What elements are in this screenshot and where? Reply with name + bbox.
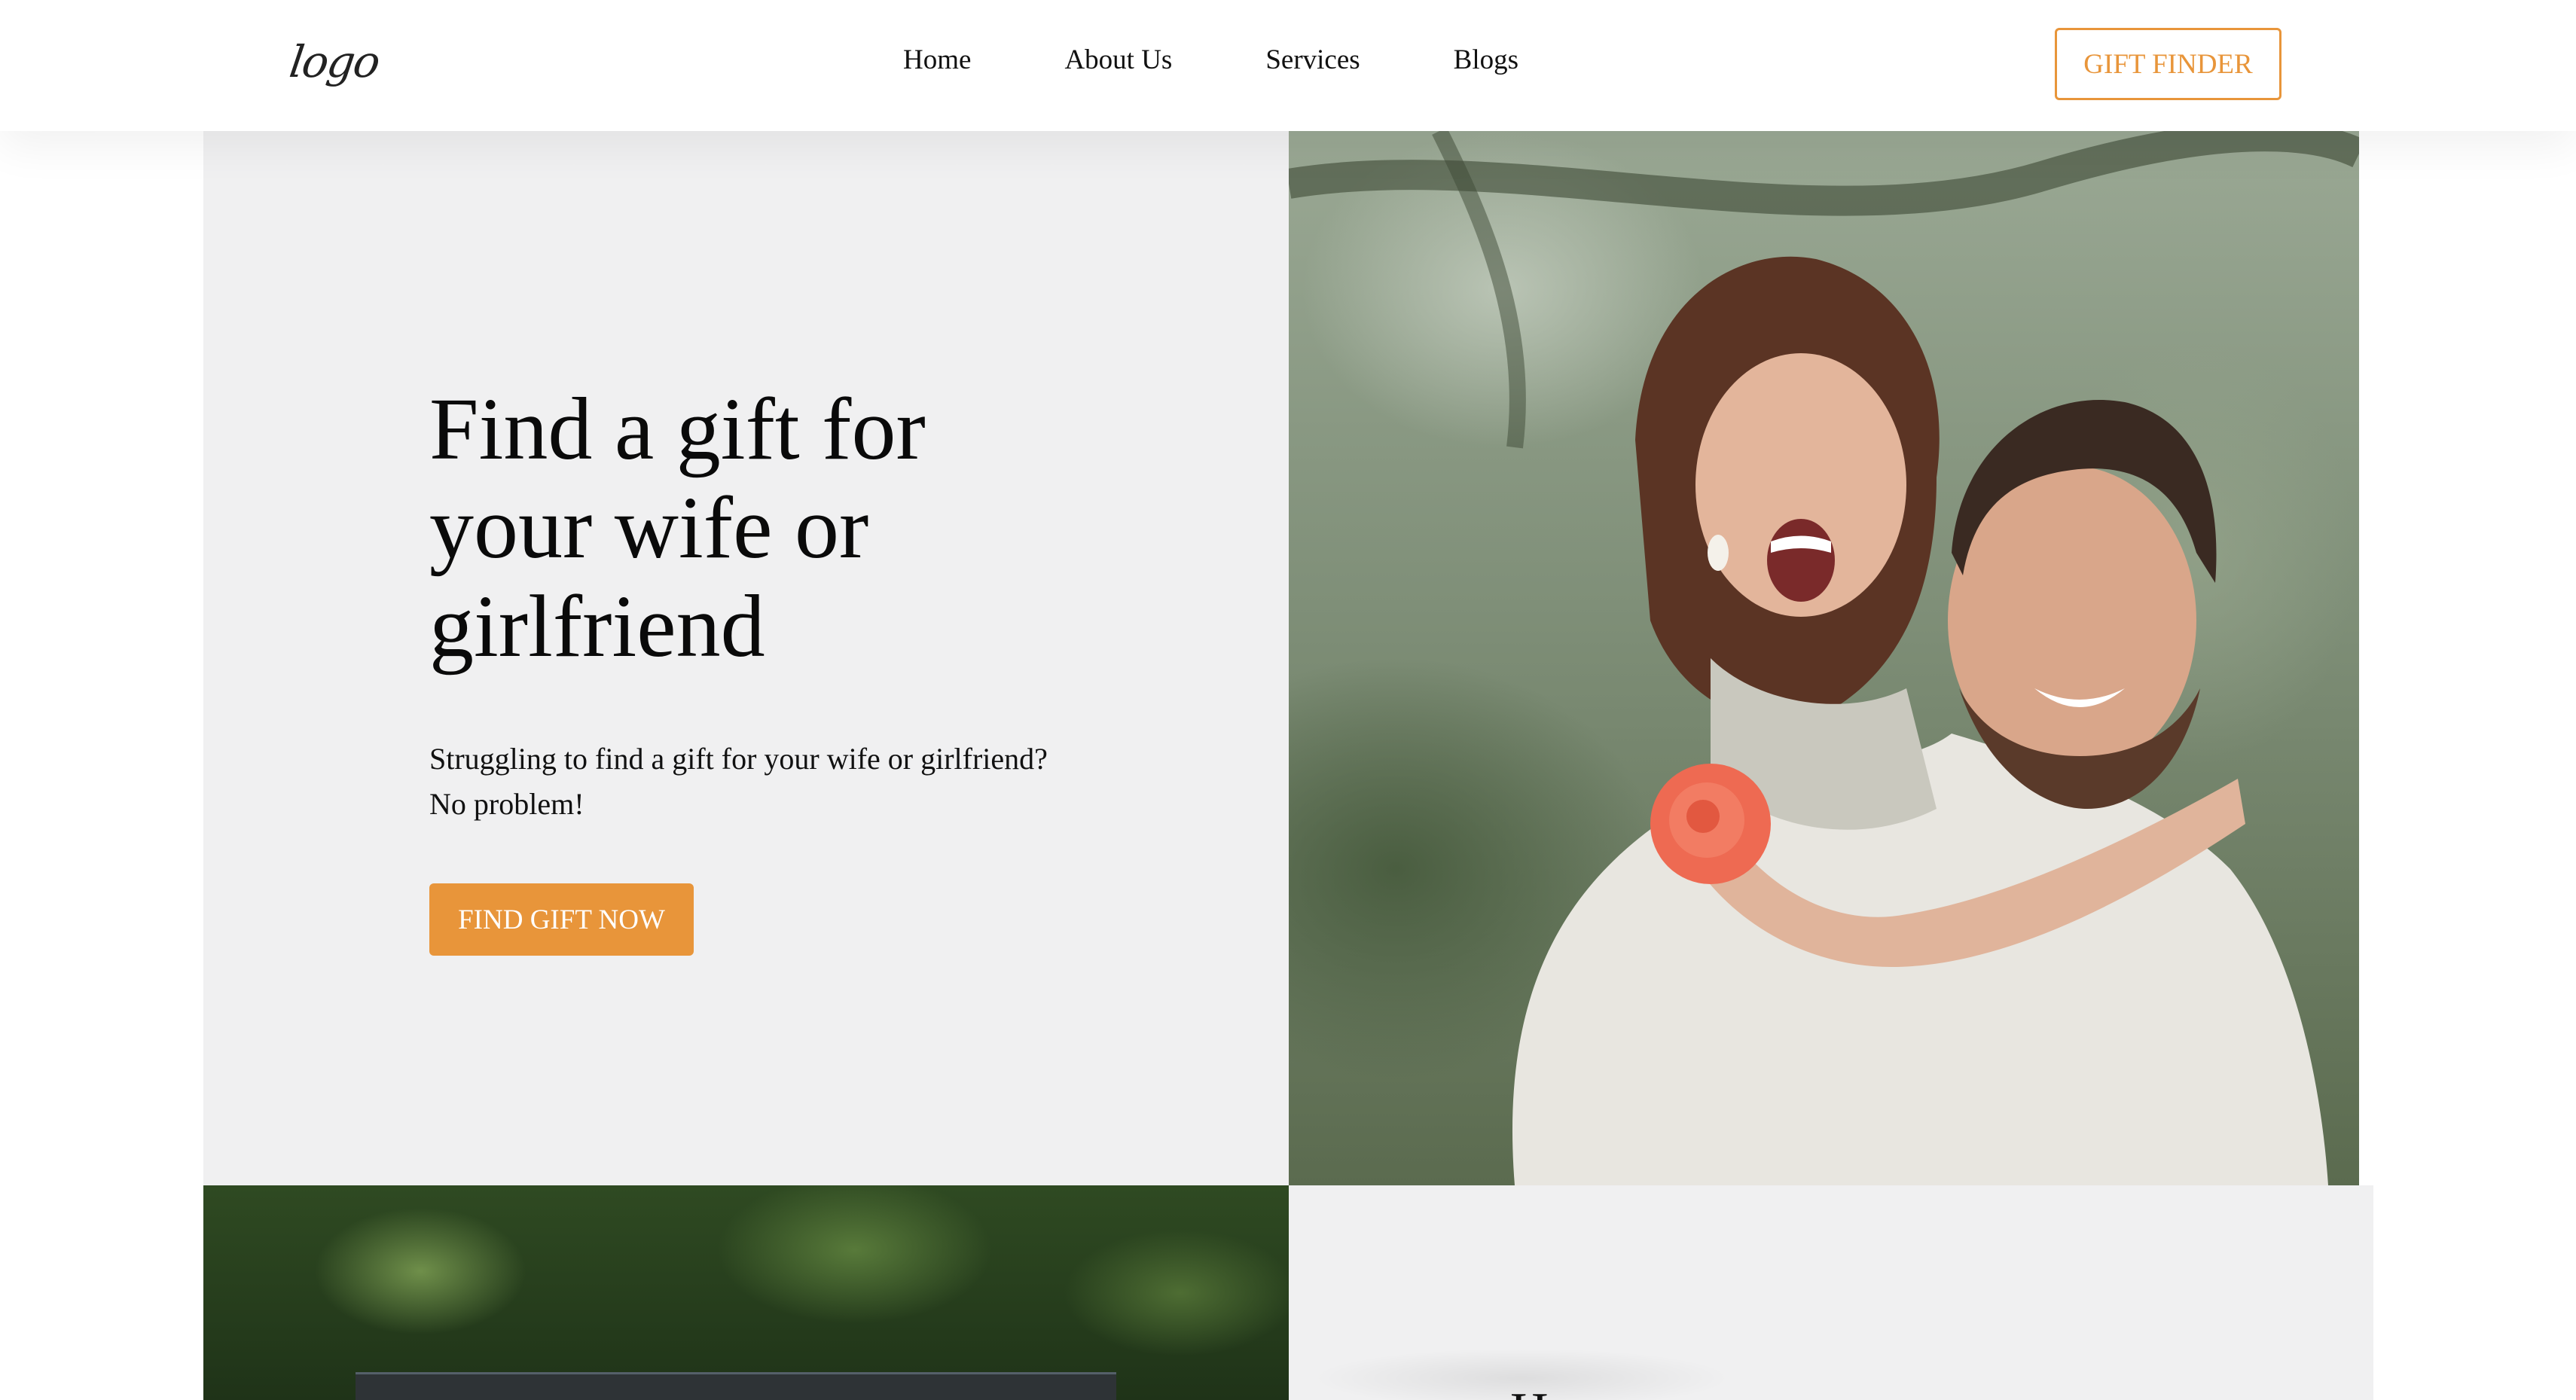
logo[interactable]: logo [286, 36, 382, 87]
nav-item-services[interactable]: Services [1265, 44, 1360, 76]
lower-section-heading: H [1510, 1382, 1549, 1400]
hero-title: Find a gift for your wife or girlfriend [429, 380, 926, 676]
nav-item-home[interactable]: Home [903, 44, 971, 76]
couple-illustration [1289, 131, 2359, 1185]
lower-gift-photo [203, 1185, 1289, 1400]
find-gift-now-button[interactable]: FIND GIFT NOW [429, 883, 694, 956]
site-header: logo Home About Us Services Blogs GIFT F… [0, 0, 2576, 131]
gift-box-shape [356, 1372, 1116, 1400]
hero-couple-photo [1289, 131, 2359, 1185]
nav-item-about-us[interactable]: About Us [1064, 44, 1172, 76]
nav-item-blogs[interactable]: Blogs [1454, 44, 1518, 76]
main-nav: Home About Us Services Blogs [903, 44, 1518, 76]
page: logo Home About Us Services Blogs GIFT F… [0, 0, 2576, 1400]
hero-text-panel: Find a gift for your wife or girlfriend … [203, 131, 1289, 1185]
hero-subtitle-line-1: Struggling to find a gift for your wife … [429, 742, 1048, 776]
gift-finder-button[interactable]: GIFT FINDER [2055, 28, 2281, 100]
hero-subtitle: Struggling to find a gift for your wife … [429, 737, 1183, 827]
hero-subtitle-line-2: No problem! [429, 787, 584, 821]
